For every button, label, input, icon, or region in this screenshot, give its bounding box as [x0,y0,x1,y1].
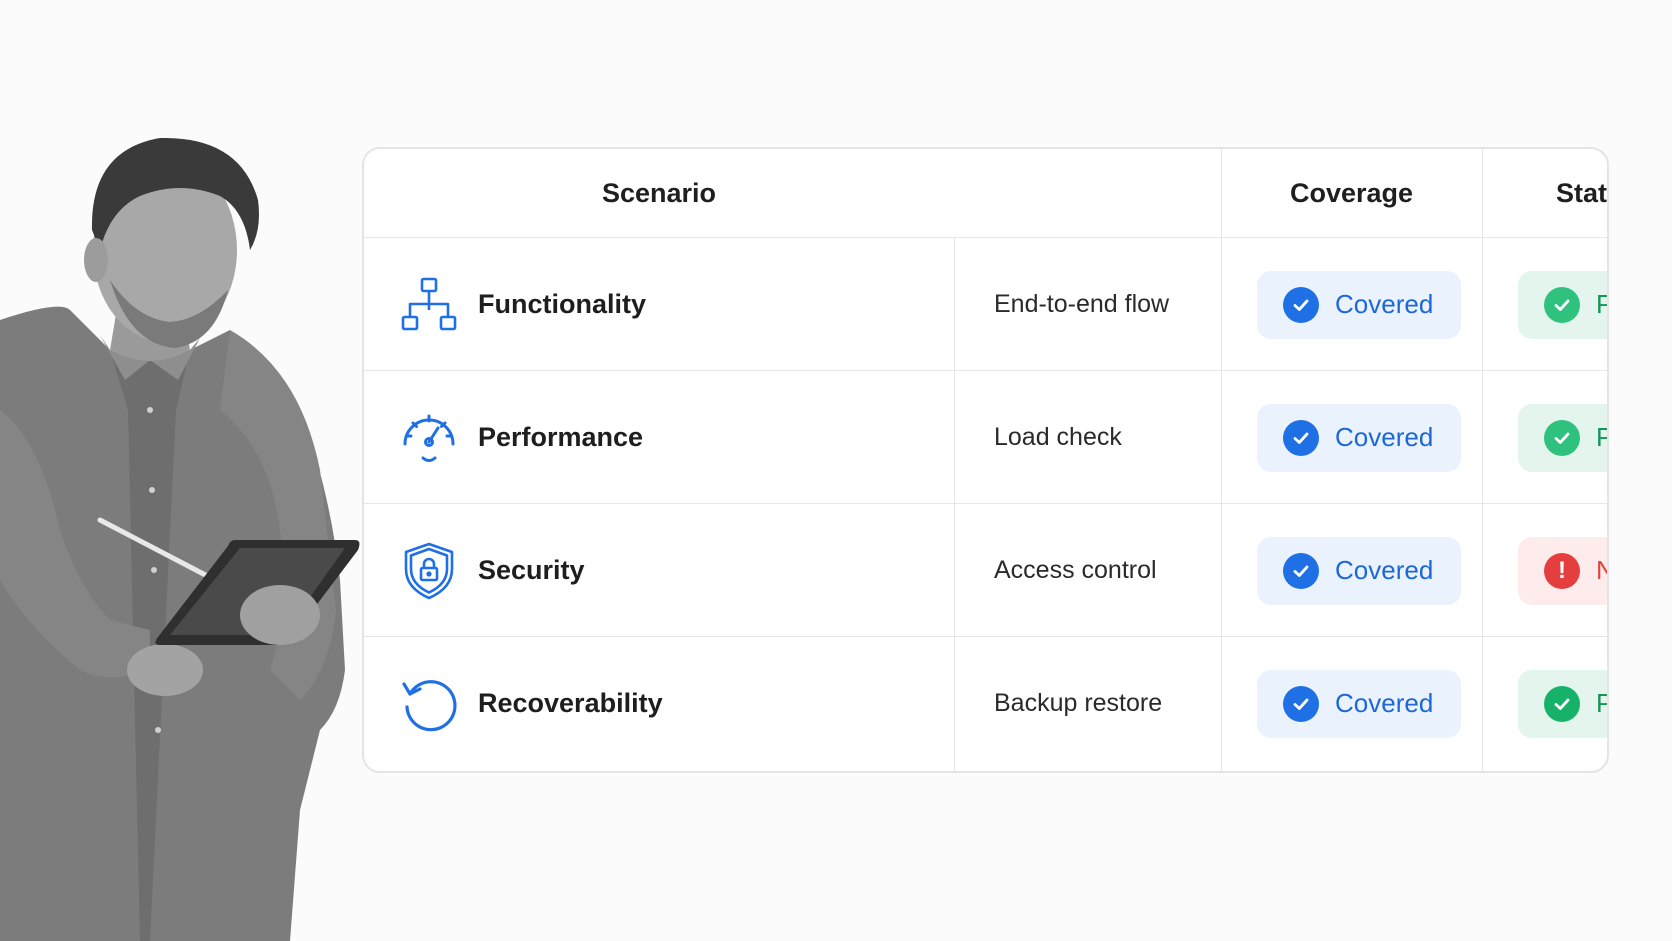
table-row: Recoverability Backup restore Covered PA… [364,637,1607,770]
check-icon [1544,419,1580,456]
scenario-detail: Load check [994,423,1122,451]
check-icon [1544,685,1580,722]
check-icon [1283,552,1319,589]
status-badge: PASS [1518,403,1607,472]
table-row: Performance Load check Covered PASS [364,371,1607,504]
scenario-cell: Security [398,504,585,637]
coverage-badge: Covered [1257,536,1461,605]
coverage-badge: Covered [1257,669,1461,738]
check-icon [1544,286,1580,323]
header-coverage: Coverage [1289,177,1414,208]
coverage-label: Covered [1335,422,1434,452]
check-icon [1283,685,1319,722]
check-icon [1283,286,1319,323]
status-label: PASS [1596,422,1607,453]
shield-lock-icon [398,540,460,602]
scenario-cell: Recoverability [398,637,663,770]
alert-icon: ! [1544,552,1580,589]
status-label: Needs review [1596,555,1607,586]
scenario-name: Performance [478,422,644,452]
scenario-name: Recoverability [478,688,663,718]
status-label: PASS [1596,688,1607,719]
coverage-badge: Covered [1257,270,1461,339]
scenario-detail: Backup restore [994,689,1163,717]
header-scenario: Scenario [601,177,717,208]
status-label: PASS [1596,289,1607,320]
status-badge: PASS [1518,669,1607,738]
test-coverage-table: Scenario Coverage Status Functionality E… [362,147,1609,773]
header-status: Status [1556,177,1608,208]
coverage-label: Covered [1335,688,1434,718]
coverage-label: Covered [1335,555,1434,585]
scenario-detail: End-to-end flow [994,290,1170,318]
status-badge: ! Needs review [1518,536,1607,605]
coverage-badge: Covered [1257,403,1461,472]
check-icon [1283,419,1319,456]
gauge-icon [398,407,460,469]
scenario-name: Functionality [478,289,646,319]
coverage-label: Covered [1335,289,1434,319]
status-badge: PASS [1518,270,1607,339]
scenario-name: Security [478,555,585,585]
person-with-tablet-photo [0,137,360,941]
scenario-detail: Access control [994,556,1157,584]
scenario-cell: Functionality [398,238,646,371]
table-row: Security Access control Covered ! Needs … [364,504,1607,637]
scenario-cell: Performance [398,371,643,504]
table-row: Functionality End-to-end flow Covered PA… [364,238,1607,371]
hierarchy-icon [398,274,460,336]
refresh-icon [398,673,460,735]
